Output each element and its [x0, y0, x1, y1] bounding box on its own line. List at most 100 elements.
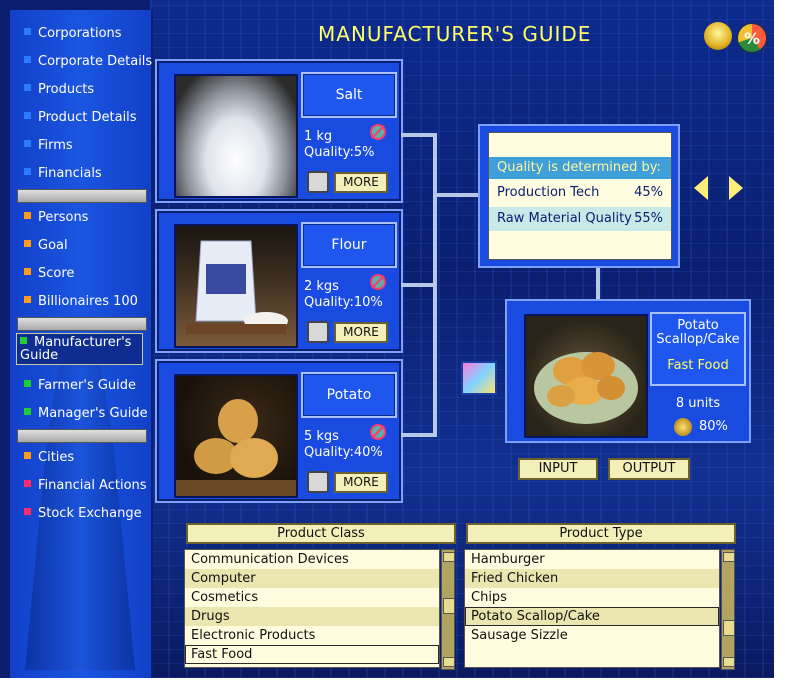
potato-image [174, 374, 298, 498]
list-item[interactable]: Sausage Sizzle [465, 626, 719, 645]
percent-icon[interactable]: % [736, 22, 768, 54]
connector-line [401, 283, 437, 287]
connector-line [433, 133, 437, 437]
scroll-up-button[interactable] [723, 552, 735, 562]
output-panel: Potato Scallop/Cake Fast Food 8 units 80% [505, 299, 751, 443]
sidebar-item-billionaires-100[interactable]: Billionaires 100 [24, 294, 138, 314]
sidebar-item-corporations[interactable]: Corporations [24, 26, 122, 46]
sidebar-item-stock-exchange[interactable]: Stock Exchange [24, 506, 142, 526]
scroll-up-button[interactable] [443, 552, 455, 562]
connector-line [596, 266, 600, 299]
bullet-icon [24, 84, 31, 91]
list-item[interactable]: Communication Devices [185, 550, 439, 569]
product-type-list[interactable]: Hamburger Fried Chicken Chips Potato Sca… [464, 549, 720, 668]
bullet-icon [24, 408, 31, 415]
scroll-thumb[interactable] [443, 598, 455, 614]
more-button[interactable]: MORE [334, 172, 388, 193]
quality-badge-icon [674, 418, 692, 436]
sidebar-item-financial-actions[interactable]: Financial Actions [24, 478, 147, 498]
bullet-icon [24, 240, 31, 247]
potato-scallop-image [524, 314, 648, 438]
scroll-down-button[interactable] [443, 657, 455, 667]
bullet-icon [20, 337, 27, 344]
sidebar-item-product-details[interactable]: Product Details [24, 110, 137, 130]
quality-row-label: Raw Material Quality [497, 211, 632, 226]
bullet-icon [24, 56, 31, 63]
product-class-scrollbar[interactable] [441, 549, 455, 670]
input-quantity: 2 kgs [304, 279, 339, 294]
no-tech-icon [369, 273, 387, 291]
input-quality: Quality:10% [304, 295, 383, 310]
more-button[interactable]: MORE [334, 322, 388, 343]
sidebar-item-corporate-details[interactable]: Corporate Details [24, 54, 152, 74]
bullet-icon [24, 28, 31, 35]
input-checkbox[interactable] [307, 471, 329, 493]
building-icon[interactable] [461, 361, 497, 395]
quality-row-value: 45% [634, 185, 663, 200]
product-type-header: Product Type [466, 523, 736, 544]
more-button[interactable]: MORE [334, 472, 388, 493]
output-button[interactable]: OUTPUT [608, 458, 690, 480]
sidebar-item-score[interactable]: Score [24, 266, 74, 286]
list-item[interactable]: Electronic Products [185, 626, 439, 645]
sidebar-item-manufacturers-guide[interactable]: Manufacturer's Guide [16, 333, 143, 365]
output-units: 8 units [675, 396, 721, 411]
sidebar-item-goal[interactable]: Goal [24, 238, 68, 258]
bullet-icon [24, 140, 31, 147]
output-quality-pct: 80% [699, 419, 728, 434]
bullet-icon [24, 268, 31, 275]
bullet-icon [24, 452, 31, 459]
flour-bag-graphic [186, 240, 288, 334]
product-class-list[interactable]: Communication Devices Computer Cosmetics… [184, 549, 440, 668]
list-item[interactable]: Hamburger [465, 550, 719, 569]
salt-image [174, 74, 298, 198]
arrow-left-icon[interactable] [694, 176, 708, 200]
scroll-thumb[interactable] [723, 620, 735, 636]
quality-info-header-text: Quality is determined by: [497, 160, 661, 175]
list-item[interactable]: Chips [465, 588, 719, 607]
output-category: Fast Food [667, 358, 729, 373]
input-name-button[interactable]: Flour [301, 222, 397, 268]
sidebar-separator [17, 317, 147, 331]
list-item[interactable]: Computer [185, 569, 439, 588]
product-type-scrollbar[interactable] [721, 549, 735, 670]
product-class-header: Product Class [186, 523, 456, 544]
quality-row-label: Production Tech [497, 185, 600, 200]
input-quality: Quality:40% [304, 445, 383, 460]
sidebar: Corporations Corporate Details Products … [10, 10, 153, 678]
input-checkbox[interactable] [307, 171, 329, 193]
input-name-button[interactable]: Salt [301, 72, 397, 118]
input-quantity: 1 kg [304, 129, 333, 144]
connector-line [401, 133, 437, 137]
sidebar-item-firms[interactable]: Firms [24, 138, 73, 158]
list-item[interactable]: Cosmetics [185, 588, 439, 607]
input-checkbox[interactable] [307, 321, 329, 343]
input-button[interactable]: INPUT [518, 458, 598, 480]
list-item[interactable]: Drugs [185, 607, 439, 626]
input-quality: Quality:5% [304, 145, 375, 160]
bullet-icon [24, 296, 31, 303]
bullet-icon [24, 212, 31, 219]
list-item-selected[interactable]: Fast Food [185, 645, 439, 664]
input-name-button[interactable]: Potato [301, 372, 397, 418]
sidebar-item-cities[interactable]: Cities [24, 450, 74, 470]
lightbulb-icon[interactable] [704, 22, 732, 50]
output-name-line1: Potato [677, 318, 719, 333]
scroll-down-button[interactable] [723, 657, 735, 667]
sidebar-item-financials[interactable]: Financials [24, 166, 102, 186]
sidebar-item-managers-guide[interactable]: Manager's Guide [24, 406, 148, 426]
no-tech-icon [369, 423, 387, 441]
list-item[interactable]: Fried Chicken [465, 569, 719, 588]
sidebar-item-products[interactable]: Products [24, 82, 94, 102]
list-item-selected[interactable]: Potato Scallop/Cake [465, 607, 719, 626]
output-name: Potato Scallop/Cake [652, 319, 744, 347]
bullet-icon [24, 112, 31, 119]
sidebar-item-persons[interactable]: Persons [24, 210, 88, 230]
output-name-button[interactable]: Potato Scallop/Cake Fast Food [650, 312, 746, 386]
input-panel-flour: Flour 2 kgs Quality:10% MORE [155, 209, 403, 353]
sidebar-item-farmers-guide[interactable]: Farmer's Guide [24, 378, 136, 398]
arrow-right-icon[interactable] [729, 176, 743, 200]
bullet-icon [24, 480, 31, 487]
bullet-icon [24, 168, 31, 175]
sidebar-separator [17, 429, 147, 443]
